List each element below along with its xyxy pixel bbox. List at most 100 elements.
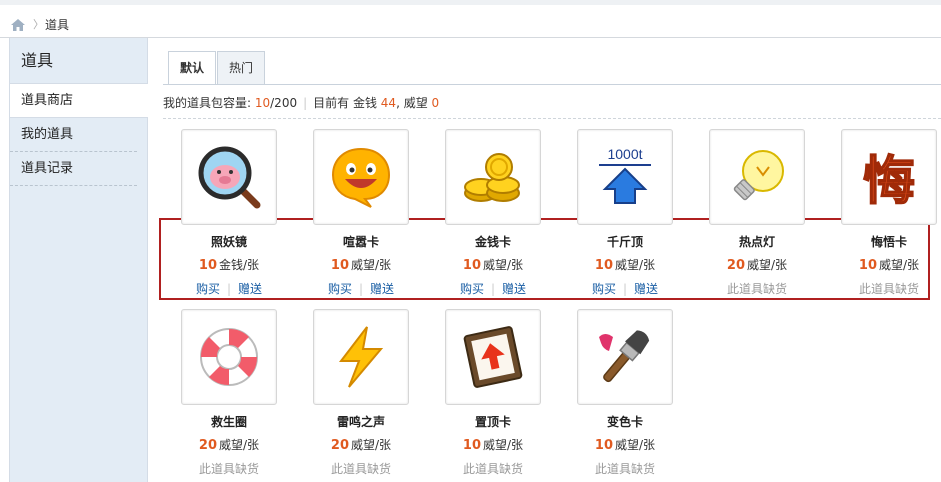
item-card: 喧嚣卡 10 威望/张 购买 | 赠送 (313, 129, 409, 297)
item-actions: 购买 | 赠送 (445, 280, 541, 297)
sidebar-item-my-items[interactable]: 我的道具 (10, 118, 137, 152)
item-icon-box[interactable] (445, 129, 541, 225)
item-name: 变色卡 (606, 415, 643, 429)
item-price-value: 10 (858, 258, 878, 273)
item-name: 热点灯 (738, 235, 775, 249)
item-price-unit: 金钱/张 (219, 258, 260, 272)
item-card: 救生圈 20 威望/张 此道具缺货 (181, 309, 277, 477)
item-icon-box[interactable] (181, 309, 277, 405)
action-separator: | (358, 282, 364, 296)
item-icon-box[interactable] (577, 309, 673, 405)
item-card: 1000t 千斤顶 10 威望/张 购买 | 赠送 (577, 129, 673, 297)
icon-text-1000t: 1000t (607, 146, 642, 162)
pin-top-card-icon (463, 326, 523, 388)
money-value: 44 (380, 96, 397, 110)
dashed-divider (163, 118, 941, 119)
item-actions: 购买 | 赠送 (181, 280, 277, 297)
item-price-unit: 威望/张 (615, 438, 656, 452)
capacity-info: 我的道具包容量: 10/200 | 目前有 金钱 44, 威望 0 (163, 94, 439, 111)
breadcrumb-separator-icon: 〉 (33, 18, 44, 31)
item-price-value: 10 (594, 438, 614, 453)
item-actions: 购买 | 赠送 (313, 280, 409, 297)
item-price-value: 20 (198, 438, 218, 453)
capacity-label: 我的道具包容量: (163, 96, 255, 110)
item-icon-box[interactable] (709, 129, 805, 225)
item-price-unit: 威望/张 (879, 258, 920, 272)
action-separator: | (622, 282, 628, 296)
gift-link[interactable]: 赠送 (502, 282, 526, 296)
buy-link[interactable]: 购买 (328, 282, 352, 296)
action-separator: | (226, 282, 232, 296)
gift-link[interactable]: 赠送 (634, 282, 658, 296)
sidebar-title: 道具 (10, 38, 147, 84)
item-name: 照妖镜 (210, 235, 247, 249)
item-card: 金钱卡 10 威望/张 购买 | 赠送 (445, 129, 541, 297)
item-price: 20 威望/张 (313, 436, 409, 453)
item-price-value: 20 (726, 258, 746, 273)
item-actions: 购买 | 赠送 (577, 280, 673, 297)
action-separator: | (490, 282, 496, 296)
item-name: 置顶卡 (474, 415, 511, 429)
item-name: 救生圈 (210, 415, 247, 429)
out-of-stock-text: 此道具缺货 (726, 282, 787, 296)
item-price-unit: 威望/张 (351, 438, 392, 452)
gift-link[interactable]: 赠送 (370, 282, 394, 296)
tab-default[interactable]: 默认 (168, 51, 216, 85)
lightning-icon (338, 326, 384, 388)
gift-link[interactable]: 赠送 (238, 282, 262, 296)
sidebar: 道具 道具商店 我的道具 道具记录 (9, 38, 148, 482)
item-card: 变色卡 10 威望/张 此道具缺货 (577, 309, 673, 477)
capacity-used: 10 (254, 96, 271, 110)
item-price: 10 威望/张 (445, 256, 541, 273)
item-price-value: 10 (198, 258, 218, 273)
item-price: 20 威望/张 (709, 256, 805, 273)
out-of-stock-text: 此道具缺货 (462, 462, 523, 476)
item-price-unit: 威望/张 (747, 258, 788, 272)
item-icon-box[interactable]: 悔 (841, 129, 937, 225)
magnifier-pig-icon (198, 146, 261, 209)
item-icon-box[interactable]: 1000t (577, 129, 673, 225)
paint-brush-icon (599, 330, 650, 383)
item-price-unit: 威望/张 (483, 438, 524, 452)
item-price-unit: 威望/张 (219, 438, 260, 452)
item-card: 照妖镜 10 金钱/张 购买 | 赠送 (181, 129, 277, 297)
item-price-unit: 威望/张 (615, 258, 656, 272)
item-price-unit: 威望/张 (351, 258, 392, 272)
item-name: 喧嚣卡 (342, 235, 379, 249)
buy-link[interactable]: 购买 (592, 282, 616, 296)
sidebar-item-records[interactable]: 道具记录 (10, 152, 137, 186)
item-price: 10 威望/张 (577, 256, 673, 273)
item-icon-box[interactable] (313, 129, 409, 225)
item-icon-box[interactable] (181, 129, 277, 225)
home-icon[interactable] (11, 19, 25, 31)
item-price-value: 10 (462, 438, 482, 453)
item-price: 10 威望/张 (577, 436, 673, 453)
light-bulb-icon (733, 150, 784, 201)
up-arrow-1000t-icon: 1000t (599, 146, 651, 204)
prestige-value: 0 (431, 96, 440, 110)
regret-character-icon: 悔 (862, 151, 916, 211)
icon-text-regret: 悔 (863, 152, 915, 211)
buy-link[interactable]: 购买 (460, 282, 484, 296)
gold-coins-icon (464, 153, 520, 202)
prestige-label: , 威望 (396, 96, 432, 110)
item-card: 热点灯 20 威望/张 此道具缺货 (709, 129, 805, 297)
buy-link[interactable]: 购买 (196, 282, 220, 296)
item-icon-box[interactable] (313, 309, 409, 405)
item-name: 悔悟卡 (870, 235, 907, 249)
breadcrumb-current: 道具 (45, 18, 70, 32)
sidebar-item-shop[interactable]: 道具商店 (10, 84, 148, 118)
item-price: 10 威望/张 (313, 256, 409, 273)
item-price-value: 10 (594, 258, 614, 273)
item-name: 雷鸣之声 (336, 415, 385, 429)
item-price: 10 威望/张 (445, 436, 541, 453)
capacity-total: /200 (270, 96, 298, 110)
item-name: 千斤顶 (606, 235, 643, 249)
info-separator: | (303, 96, 308, 110)
item-price: 20 威望/张 (181, 436, 277, 453)
have-label: 目前有 金钱 (313, 96, 381, 110)
item-icon-box[interactable] (445, 309, 541, 405)
tab-hot[interactable]: 热门 (217, 51, 265, 84)
item-price-value: 10 (330, 258, 350, 273)
out-of-stock-text: 此道具缺货 (198, 462, 259, 476)
